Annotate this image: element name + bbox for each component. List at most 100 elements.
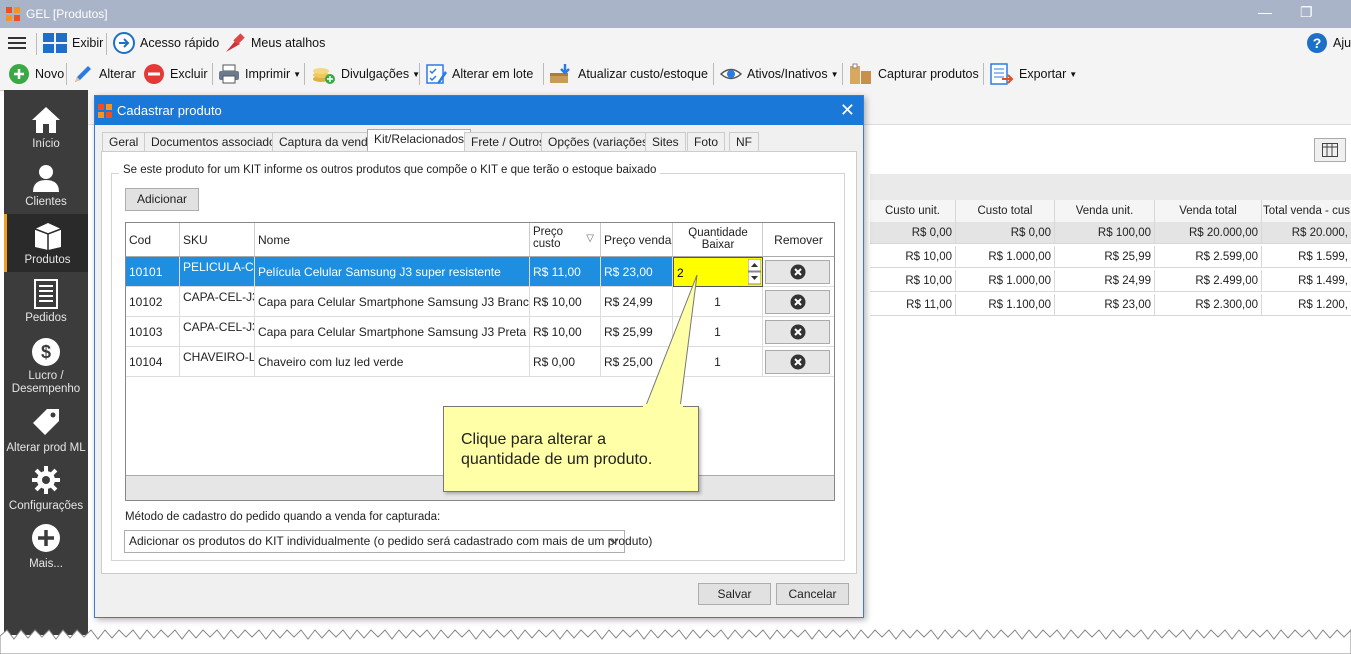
kit-cell-custo: R$ 10,00 <box>530 317 601 347</box>
grid-cell[interactable]: R$ 1.000,00 <box>956 246 1055 268</box>
grid-cell[interactable]: R$ 1.499, <box>1262 270 1351 292</box>
sidebar-item-pedidos[interactable]: Pedidos <box>4 272 88 330</box>
cancelar-button[interactable]: Cancelar <box>776 583 849 605</box>
remover-button[interactable] <box>765 260 830 284</box>
filter-sort-icon: ▽ <box>586 233 594 244</box>
dialog-title-bar: Cadastrar produto ✕ <box>95 96 863 125</box>
col-header-remover[interactable]: Remover <box>763 223 834 257</box>
cadastrar-produto-dialog: Cadastrar produto ✕ Geral Documentos ass… <box>94 95 864 618</box>
adicionar-button[interactable]: Adicionar <box>125 188 199 211</box>
col-header-nome[interactable]: Nome <box>255 223 530 257</box>
grid-header-total-venda[interactable]: Total venda - cus <box>1262 200 1351 222</box>
acesso-rapido-label: Acesso rápido <box>140 36 220 50</box>
grid-cell[interactable]: R$ 11,00 <box>870 294 956 316</box>
grid-header-venda-unit[interactable]: Venda unit. <box>1055 200 1155 222</box>
grid-cell[interactable]: R$ 20.000, <box>1262 222 1351 244</box>
alterar-lote-button[interactable]: Alterar em lote <box>425 59 533 89</box>
remover-button[interactable] <box>765 290 830 314</box>
imprimir-button[interactable]: Imprimir ▼ <box>218 59 301 89</box>
tab-kit-relacionados[interactable]: Kit/Relacionados <box>367 129 472 153</box>
sidebar-item-mais[interactable]: Mais... <box>4 516 88 574</box>
coins-icon <box>313 68 335 84</box>
restore-button[interactable]: ❐ <box>1300 4 1313 21</box>
quick-toolbar: Exibir Acesso rápido Meus atalhos ? Aju <box>0 28 1351 59</box>
tab-geral[interactable]: Geral <box>102 132 146 152</box>
tab-nf[interactable]: NF <box>729 132 759 152</box>
grid-cell[interactable]: R$ 1.599, <box>1262 246 1351 268</box>
kit-table-row[interactable]: 10103 CAPA-CEL-J3 Capa para Celular Smartp… <box>126 317 834 347</box>
dollar-icon: $ <box>32 338 60 366</box>
salvar-button[interactable]: Salvar <box>698 583 771 605</box>
grid-cell[interactable]: R$ 1.100,00 <box>956 294 1055 316</box>
tab-foto[interactable]: Foto <box>687 132 726 152</box>
sidebar-item-clientes[interactable]: Clientes <box>4 156 88 214</box>
grid-cell[interactable]: R$ 0,00 <box>956 222 1055 244</box>
excluir-button[interactable]: Excluir <box>143 59 208 89</box>
tab-frete[interactable]: Frete / Outros <box>464 132 553 152</box>
columns-button[interactable] <box>1314 138 1346 162</box>
plus-circle-icon <box>32 524 60 552</box>
kit-table-row[interactable]: 10101 PELICULA-CE Película Celular Samsung… <box>126 257 834 287</box>
grid-cell[interactable]: R$ 1.200, <box>1262 294 1351 316</box>
atualizar-button[interactable]: Atualizar custo/estoque <box>549 59 708 89</box>
tab-opcoes[interactable]: Opções (variações) <box>541 132 660 152</box>
sidebar-item-configuracoes[interactable]: Configurações <box>4 458 88 516</box>
meus-atalhos-label: Meus atalhos <box>251 36 326 50</box>
col-header-cod[interactable]: Cod <box>126 223 180 257</box>
grid-header-custo-total[interactable]: Custo total <box>956 200 1055 222</box>
exportar-button[interactable]: Exportar ▼ <box>990 59 1077 89</box>
grid-cell[interactable]: R$ 2.300,00 <box>1155 294 1262 316</box>
sidebar-item-inicio[interactable]: Início <box>4 98 88 156</box>
grid-cell[interactable]: R$ 2.599,00 <box>1155 246 1262 268</box>
grid-cell[interactable]: R$ 23,00 <box>1055 294 1155 316</box>
ativos-inativos-button[interactable]: Ativos/Inativos ▼ <box>720 59 839 89</box>
grid-cell[interactable]: R$ 20.000,00 <box>1155 222 1262 244</box>
grid-cell[interactable]: R$ 1.000,00 <box>956 270 1055 292</box>
dialog-title: Cadastrar produto <box>117 103 222 118</box>
svg-text:?: ? <box>1313 35 1322 51</box>
sidebar-item-produtos[interactable]: Produtos <box>4 214 88 272</box>
grid-header-venda-total[interactable]: Venda total <box>1155 200 1262 222</box>
sidebar-label-inicio: Início <box>32 138 60 150</box>
products-grid-body: R$ 0,00 R$ 0,00 R$ 100,00 R$ 20.000,00 R$ 20… <box>870 222 1351 318</box>
col-header-quantidade[interactable]: Quantidade Baixar <box>673 223 763 257</box>
tab-captura[interactable]: Captura da venda <box>272 132 382 152</box>
kit-table-row[interactable]: 10104 CHAVEIRO-L Chaveiro com luz led verd… <box>126 347 834 377</box>
sidebar-item-lucro[interactable]: $ Lucro / Desempenho <box>4 330 88 396</box>
grid-cell[interactable]: R$ 10,00 <box>870 270 956 292</box>
acesso-rapido-button[interactable]: Acesso rápido <box>113 28 219 58</box>
kit-table-row[interactable]: 10102 CAPA-CEL-J3 Capa para Celular Smartp… <box>126 287 834 317</box>
quantity-stepper[interactable] <box>747 258 762 285</box>
menu-button[interactable] <box>8 28 26 58</box>
dialog-close-button[interactable]: ✕ <box>840 100 855 121</box>
remover-button[interactable] <box>765 320 830 344</box>
alterar-lote-label: Alterar em lote <box>452 67 534 81</box>
grid-cell[interactable]: R$ 25,99 <box>1055 246 1155 268</box>
printer-icon <box>219 64 239 84</box>
minimize-button[interactable]: — <box>1258 4 1272 20</box>
sidebar-item-alterar-ml[interactable]: Alterar prod ML <box>4 400 88 458</box>
remover-button[interactable] <box>765 350 830 374</box>
grid-cell[interactable]: R$ 100,00 <box>1055 222 1155 244</box>
grid-header-custo-unit[interactable]: Custo unit. <box>870 200 956 222</box>
help-button[interactable]: ? Aju <box>1306 28 1351 58</box>
tab-documentos[interactable]: Documentos associados <box>144 132 289 152</box>
atualizar-label: Atualizar custo/estoque <box>578 67 708 81</box>
metodo-select[interactable]: Adicionar os produtos do KIT individualm… <box>124 530 652 553</box>
meus-atalhos-button[interactable]: Meus atalhos <box>224 28 325 58</box>
alterar-button[interactable]: Alterar <box>72 59 136 89</box>
kit-cell-remover <box>763 317 834 347</box>
col-header-sku[interactable]: SKU <box>180 223 255 257</box>
tab-sites[interactable]: Sites <box>645 132 686 152</box>
novo-button[interactable]: Novo <box>8 59 64 89</box>
grid-cell[interactable]: R$ 24,99 <box>1055 270 1155 292</box>
grid-cell[interactable]: R$ 10,00 <box>870 246 956 268</box>
divulgacoes-button[interactable]: Divulgações ▼ <box>312 59 420 89</box>
callout-line-2: quantidade de um produto. <box>461 451 653 468</box>
grid-cell[interactable]: R$ 0,00 <box>870 222 956 244</box>
exibir-button[interactable]: Exibir <box>43 28 103 58</box>
capturar-button[interactable]: Capturar produtos <box>849 59 979 89</box>
col-header-preco-venda[interactable]: Preço venda <box>601 223 673 257</box>
grid-cell[interactable]: R$ 2.499,00 <box>1155 270 1262 292</box>
col-header-preco-custo[interactable]: Preço custo ▽ <box>530 223 601 257</box>
